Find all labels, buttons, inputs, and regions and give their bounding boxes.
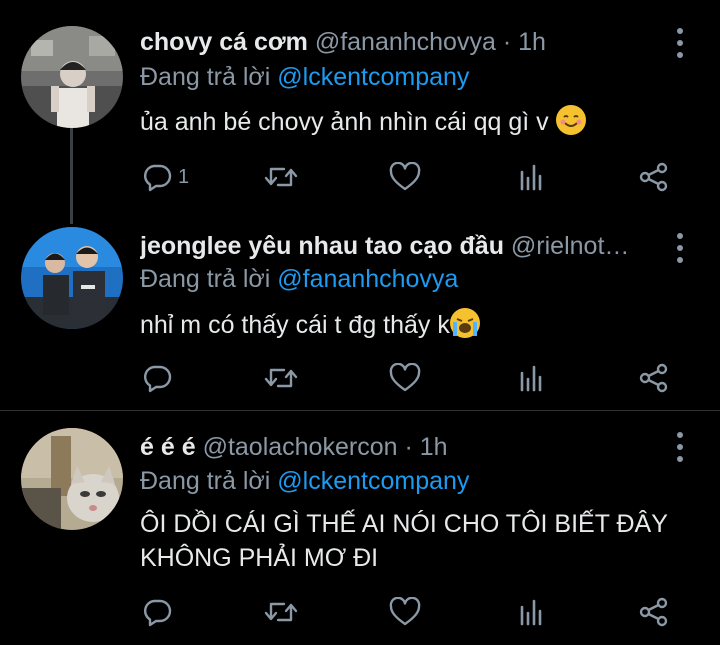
tweet-1[interactable]: chovy cá cơm @fananhchovya · 1h Đang trả… (0, 0, 720, 224)
tweet-text-content: nhỉ m có thấy cái t đg thấy k (140, 311, 450, 339)
reply-icon (143, 164, 172, 192)
avatar[interactable] (21, 26, 123, 128)
analytics-button[interactable] (518, 362, 546, 394)
reply-count: 1 (178, 165, 190, 188)
replying-to-label: Đang trả lời (140, 265, 278, 293)
display-name[interactable]: jeonglee yêu nhau tao cạo đầu (140, 232, 504, 260)
tweet-text: ÔI DỒI CÁI GÌ THẾ AI NÓI CHO TÔI BIẾT ĐÂ… (140, 507, 690, 575)
tweet-header: chovy cá cơm @fananhchovya · 1h (140, 27, 660, 57)
thread-connector (70, 128, 73, 224)
reply-button[interactable] (142, 362, 178, 394)
tweet-text-content: ủa anh bé chovy ảnh nhìn cái qq gì v (140, 108, 549, 136)
share-icon (639, 597, 668, 627)
tweet-header: é é é @taolachokercon · 1h (140, 432, 660, 462)
avatar[interactable] (21, 227, 123, 329)
tweet-text: nhỉ m có thấy cái t đg thấy k (140, 308, 690, 342)
analytics-icon (520, 599, 542, 626)
tweet-actions (140, 596, 680, 628)
share-icon (639, 363, 668, 393)
tweet-3[interactable]: é é é @taolachokercon · 1h Đang trả lời … (0, 411, 720, 645)
replying-to: Đang trả lời @lckentcompany (140, 466, 469, 496)
share-button[interactable] (638, 596, 670, 628)
timestamp[interactable]: · 1h (503, 28, 546, 56)
retweet-icon (264, 167, 298, 187)
analytics-icon (520, 164, 542, 191)
more-icon[interactable] (676, 28, 684, 58)
avatar[interactable] (21, 428, 123, 530)
tweet-actions: 1 (140, 161, 680, 193)
crying-face-emoji (449, 308, 480, 338)
replying-to-label: Đang trả lời (140, 467, 278, 495)
user-handle[interactable]: @taolachokercon (203, 433, 398, 461)
mention-link[interactable]: @lckentcompany (277, 63, 469, 91)
share-icon (639, 162, 668, 192)
mention-link[interactable]: @lckentcompany (277, 467, 469, 495)
reply-button[interactable] (142, 596, 178, 628)
replying-to-label: Đang trả lời (140, 63, 278, 91)
like-icon (389, 363, 421, 392)
share-button[interactable] (638, 161, 670, 193)
retweet-button[interactable] (264, 362, 298, 394)
user-handle[interactable]: @rielnot… (511, 232, 629, 260)
like-button[interactable] (389, 362, 421, 394)
analytics-button[interactable] (518, 161, 546, 193)
like-icon (389, 162, 421, 191)
like-icon (389, 597, 421, 626)
reply-icon (143, 365, 172, 393)
replying-to: Đang trả lời @fananhchovya (140, 264, 458, 294)
more-icon[interactable] (676, 233, 684, 263)
tweet-actions (140, 362, 680, 394)
retweet-icon (264, 602, 298, 622)
reply-button[interactable]: 1 (142, 161, 189, 193)
analytics-icon (520, 365, 542, 392)
user-handle[interactable]: @fananhchovya (315, 28, 496, 56)
display-name[interactable]: é é é (140, 433, 196, 461)
display-name[interactable]: chovy cá cơm (140, 28, 308, 56)
tweet-text: ủa anh bé chovy ảnh nhìn cái qq gì v (140, 105, 690, 139)
tweet-text-line-2: KHÔNG PHẢI MƠ ĐI (140, 544, 379, 572)
timestamp[interactable]: · 1h (404, 433, 447, 461)
reply-icon (143, 599, 172, 627)
retweet-button[interactable] (264, 161, 298, 193)
like-button[interactable] (389, 596, 421, 628)
retweet-icon (264, 368, 298, 388)
like-button[interactable] (389, 161, 421, 193)
replying-to: Đang trả lời @lckentcompany (140, 62, 469, 92)
more-icon[interactable] (676, 432, 684, 462)
tweet-2[interactable]: jeonglee yêu nhau tao cạo đầu @rielnot… … (0, 212, 720, 410)
tweet-text-line-1: ÔI DỒI CÁI GÌ THẾ AI NÓI CHO TÔI BIẾT ĐÂ… (140, 510, 668, 538)
analytics-button[interactable] (518, 596, 546, 628)
tweet-header: jeonglee yêu nhau tao cạo đầu @rielnot… (140, 231, 660, 261)
retweet-button[interactable] (264, 596, 298, 628)
smiling-face-emoji (555, 105, 586, 135)
share-button[interactable] (638, 362, 670, 394)
mention-link[interactable]: @fananhchovya (277, 265, 458, 293)
